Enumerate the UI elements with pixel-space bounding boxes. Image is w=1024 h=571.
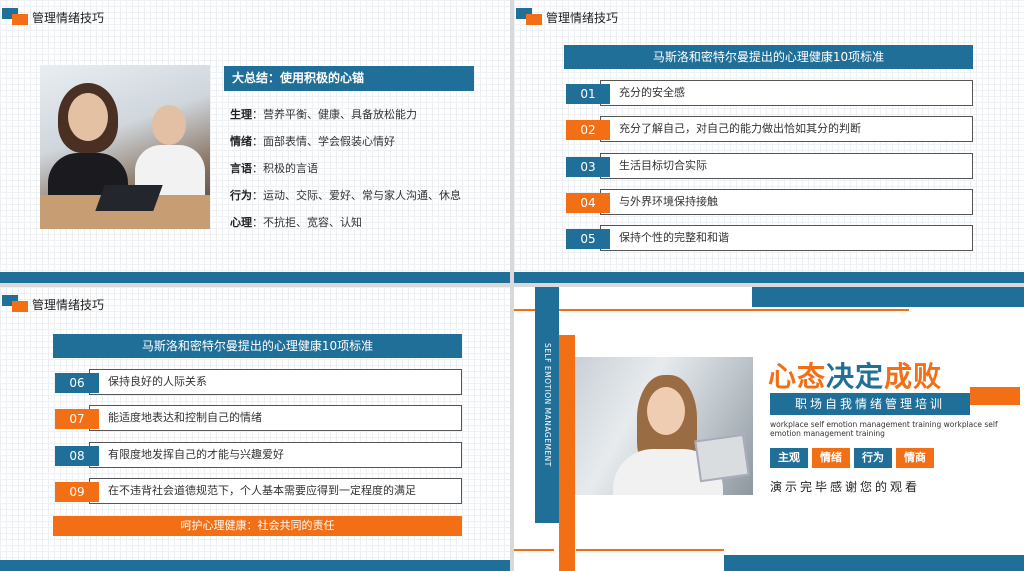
item-number: 03	[566, 157, 610, 177]
bottom-blue-block	[724, 555, 1024, 571]
summary-row: 行为：运动、交际、爱好、常与家人沟通、休息	[230, 189, 461, 202]
header-logo-icon	[516, 8, 544, 26]
summary-row: 情绪：面部表情、学会假装心情好	[230, 135, 395, 148]
item-number: 02	[566, 120, 610, 140]
item-text: 保持良好的人际关系	[89, 369, 462, 395]
list-item: 有限度地发挥自己的才能与兴趣爱好 08	[55, 442, 462, 469]
slide-closing[interactable]: SELF EMOTION MANAGEMENT 心态决定成败 职场自我情绪管理培…	[514, 287, 1024, 571]
tag: 行为	[854, 448, 892, 468]
item-text: 生活目标切合实际	[600, 153, 973, 179]
title-part: 决定	[826, 360, 885, 393]
item-text: 充分的安全感	[600, 80, 973, 106]
bottom-bar	[0, 560, 510, 571]
header-title: 管理情绪技巧	[32, 297, 105, 312]
list-item: 与外界环境保持接触 04	[566, 189, 973, 216]
top-orange-line	[514, 309, 909, 311]
item-text: 有限度地发挥自己的才能与兴趣爱好	[89, 442, 462, 468]
top-blue-block	[752, 287, 1024, 307]
item-text: 在不违背社会道德规范下，个人基本需要应得到一定程度的满足	[89, 478, 462, 504]
slide-header: 管理情绪技巧	[0, 295, 104, 313]
woman-phone-photo	[575, 357, 753, 495]
english-caption: workplace self emotion management traini…	[770, 420, 998, 438]
main-title: 心态决定成败	[768, 355, 942, 395]
tag: 主观	[770, 448, 808, 468]
list-item: 保持良好的人际关系 06	[55, 369, 462, 396]
bottom-orange-line	[576, 549, 724, 551]
list-item: 保持个性的完整和和谐 05	[566, 225, 973, 252]
list-item: 生活目标切合实际 03	[566, 153, 973, 180]
vertical-english-text: SELF EMOTION MANAGEMENT	[543, 343, 552, 467]
bottom-orange-line	[514, 549, 554, 551]
slide-standards-1[interactable]: 管理情绪技巧 马斯洛和密特尔曼提出的心理健康10项标准 充分的安全感 01 充分…	[514, 0, 1024, 283]
slide-standards-2[interactable]: 管理情绪技巧 马斯洛和密特尔曼提出的心理健康10项标准 保持良好的人际关系 06…	[0, 287, 510, 571]
standards-title: 马斯洛和密特尔曼提出的心理健康10项标准	[564, 45, 973, 69]
summary-row: 心理：不抗拒、宽容、认知	[230, 216, 362, 229]
item-number: 01	[566, 84, 610, 104]
tag: 情绪	[812, 448, 850, 468]
slide-header: 管理情绪技巧	[514, 8, 618, 26]
footer-slogan: 呵护心理健康：社会共同的责任	[53, 516, 462, 536]
list-item: 在不违背社会道德规范下，个人基本需要应得到一定程度的满足 09	[55, 478, 462, 505]
item-number: 04	[566, 193, 610, 213]
item-number: 06	[55, 373, 99, 393]
title-part: 成败	[884, 360, 943, 393]
item-number: 05	[566, 229, 610, 249]
bottom-bar	[514, 272, 1024, 283]
subtitle-accent	[970, 387, 1020, 405]
keyword-tags: 主观 情绪 行为 情商	[770, 448, 938, 468]
item-text: 与外界环境保持接触	[600, 189, 973, 215]
list-item: 能适度地表达和控制自己的情绪 07	[55, 405, 462, 432]
slide-header: 管理情绪技巧	[0, 8, 104, 26]
header-title: 管理情绪技巧	[546, 10, 619, 25]
item-text: 保持个性的完整和和谐	[600, 225, 973, 251]
tag: 情商	[896, 448, 934, 468]
summary-row: 言语：积极的言语	[230, 162, 318, 175]
vertical-orange-bar	[559, 335, 575, 571]
item-number: 07	[55, 409, 99, 429]
summary-title: 大总结：使用积极的心锚	[224, 66, 474, 91]
list-item: 充分了解自己，对自己的能力做出恰如其分的判断 02	[566, 116, 973, 143]
office-women-photo	[40, 65, 210, 229]
item-number: 09	[55, 482, 99, 502]
bottom-bar	[0, 272, 510, 283]
header-logo-icon	[2, 295, 30, 313]
header-title: 管理情绪技巧	[32, 10, 105, 25]
standards-title: 马斯洛和密特尔曼提出的心理健康10项标准	[53, 334, 462, 358]
item-number: 08	[55, 446, 99, 466]
subtitle: 职场自我情绪管理培训	[770, 393, 970, 415]
item-text: 充分了解自己，对自己的能力做出恰如其分的判断	[600, 116, 973, 142]
list-item: 充分的安全感 01	[566, 80, 973, 107]
header-logo-icon	[2, 8, 30, 26]
item-text: 能适度地表达和控制自己的情绪	[89, 405, 462, 431]
thanks-text: 演示完毕感谢您的观看	[770, 480, 921, 494]
title-part: 心态	[768, 360, 827, 393]
summary-list: 生理：营养平衡、健康、具备放松能力 情绪：面部表情、学会假装心情好 言语：积极的…	[230, 108, 500, 243]
slide-summary[interactable]: 管理情绪技巧 大总结：使用积极的心锚 生理：营养平衡、健康、具备放松能力 情绪：…	[0, 0, 510, 283]
summary-row: 生理：营养平衡、健康、具备放松能力	[230, 108, 417, 121]
